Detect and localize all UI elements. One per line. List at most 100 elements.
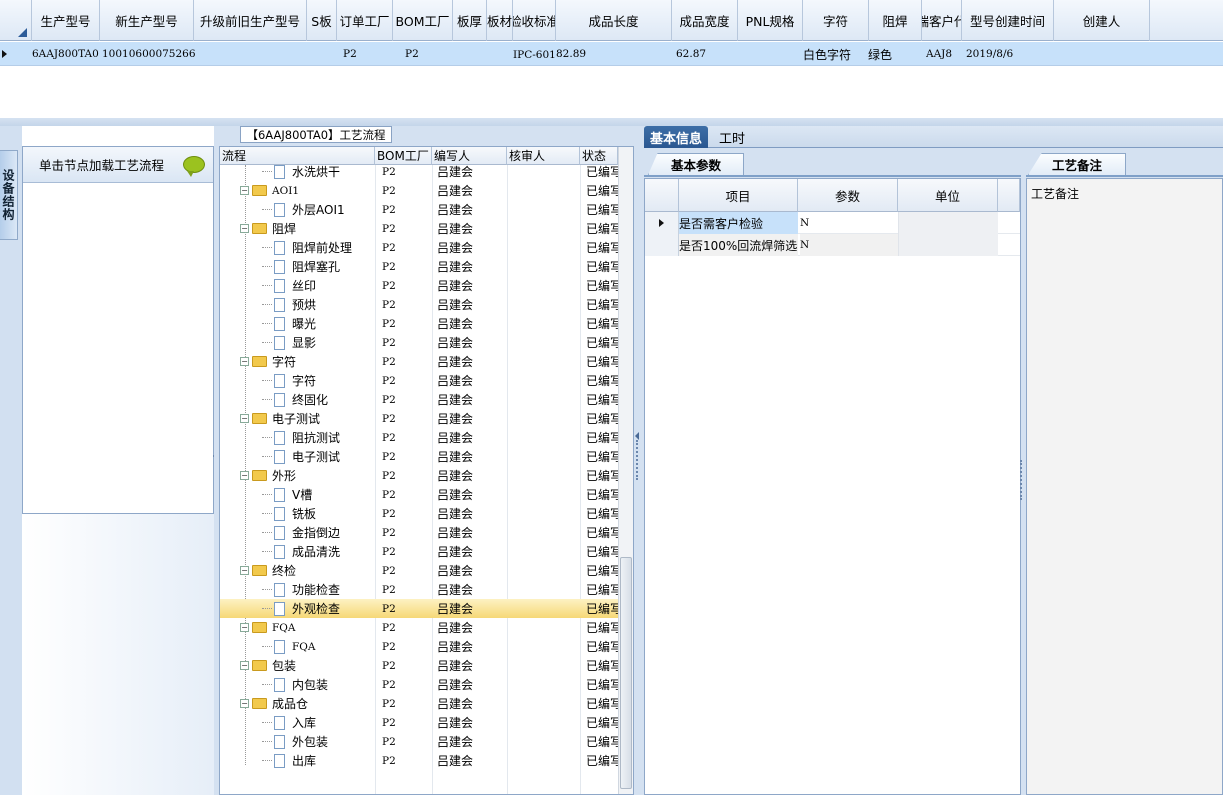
tree-row[interactable]: − AOI1 P2 吕建会 已编写	[220, 181, 618, 200]
collapse-icon[interactable]: −	[240, 661, 249, 670]
tab-basic-params[interactable]: 基本参数	[648, 153, 744, 175]
cell-0[interactable]: 6AAJ800TA0	[32, 42, 100, 66]
param-col-item[interactable]: 项目	[679, 179, 798, 212]
speech-bubble-icon[interactable]	[183, 156, 205, 177]
tab-equipment-structure[interactable]: 设备结构	[0, 150, 18, 240]
horizontal-splitter[interactable]	[0, 118, 1223, 126]
col-header-9[interactable]: 成品长度	[556, 0, 672, 41]
tree-row[interactable]: − 阻焊 P2 吕建会 已编写	[220, 219, 618, 238]
tree-row[interactable]: 水洗烘干 P2 吕建会 已编写	[220, 162, 618, 181]
cell-11[interactable]	[740, 42, 805, 66]
collapse-icon[interactable]: −	[240, 699, 249, 708]
tree-row[interactable]: 成品清洗 P2 吕建会 已编写	[220, 542, 618, 561]
col-header-10[interactable]: 成品宽度	[672, 0, 738, 41]
process-notes-input[interactable]	[1029, 205, 1209, 790]
collapse-icon[interactable]: −	[240, 224, 249, 233]
tree-row[interactable]: 阻焊塞孔 P2 吕建会 已编写	[220, 257, 618, 276]
col-header-1[interactable]: 新生产型号	[100, 0, 194, 41]
collapse-icon[interactable]: −	[240, 357, 249, 366]
col-header-4[interactable]: 订单工厂	[337, 0, 393, 41]
tree-row[interactable]: 阻抗测试 P2 吕建会 已编写	[220, 428, 618, 447]
cell-3[interactable]	[307, 42, 337, 66]
param-row[interactable]: 是否100%回流焊筛选 N	[645, 234, 1020, 256]
tree-row[interactable]: 字符 P2 吕建会 已编写	[220, 371, 618, 390]
param-unit[interactable]	[898, 212, 998, 234]
param-item[interactable]: 是否需客户检验	[679, 212, 798, 234]
param-value[interactable]: N	[800, 212, 898, 234]
tree-row[interactable]: 外层AOI1 P2 吕建会 已编写	[220, 200, 618, 219]
tree-row[interactable]: 曝光 P2 吕建会 已编写	[220, 314, 618, 333]
tree-row[interactable]: − 包装 P2 吕建会 已编写	[220, 656, 618, 675]
col-header-15[interactable]: 型号创建时间	[962, 0, 1054, 41]
param-value[interactable]: N	[800, 234, 898, 256]
cell-2[interactable]	[194, 42, 307, 66]
cell-6[interactable]	[453, 42, 487, 66]
param-unit[interactable]	[898, 234, 998, 256]
tab-basic-info[interactable]: 基本信息	[644, 126, 708, 148]
tree-row[interactable]: 内包装 P2 吕建会 已编写	[220, 675, 618, 694]
tab-work-hours[interactable]: 工时	[712, 126, 752, 148]
collapse-middle-arrow-icon[interactable]	[635, 432, 639, 440]
cell-9[interactable]: 82.89	[556, 42, 672, 66]
tree-row[interactable]: 外包装 P2 吕建会 已编写	[220, 732, 618, 751]
cell-14[interactable]: AAJ8	[926, 42, 966, 66]
middle-splitter-grip[interactable]	[636, 440, 640, 480]
col-header-14[interactable]: 终端客户代码	[922, 0, 962, 41]
param-item[interactable]: 是否100%回流焊筛选	[679, 234, 798, 256]
tree-row[interactable]: 显影 P2 吕建会 已编写	[220, 333, 618, 352]
collapse-icon[interactable]: −	[240, 566, 249, 575]
product-grid-row-selected[interactable]: 6AAJ800TA010010600075266P2P2IPC-6012 II级…	[0, 42, 1223, 66]
cell-15[interactable]: 2019/8/6	[966, 42, 1058, 66]
tree-scrollbar[interactable]	[618, 147, 633, 794]
tab-process-notes[interactable]: 工艺备注	[1028, 153, 1126, 175]
tree-row[interactable]: 入库 P2 吕建会 已编写	[220, 713, 618, 732]
tree-row[interactable]: V槽 P2 吕建会 已编写	[220, 485, 618, 504]
col-header-6[interactable]: 板厚	[453, 0, 487, 41]
tree-row[interactable]: 铣板 P2 吕建会 已编写	[220, 504, 618, 523]
tree-row[interactable]: 功能检查 P2 吕建会 已编写	[220, 580, 618, 599]
tree-row[interactable]: − 终检 P2 吕建会 已编写	[220, 561, 618, 580]
right-splitter-grip[interactable]	[1020, 460, 1024, 500]
tree-row[interactable]: 外观检查 P2 吕建会 已编写	[220, 599, 618, 618]
tree-row[interactable]: 阻焊前处理 P2 吕建会 已编写	[220, 238, 618, 257]
param-col-value[interactable]: 参数	[798, 179, 898, 212]
tree-row[interactable]: 金指倒边 P2 吕建会 已编写	[220, 523, 618, 542]
col-header-3[interactable]: S板	[307, 0, 337, 41]
cell-12[interactable]: 白色字符	[803, 42, 866, 66]
col-header-16[interactable]: 创建人	[1054, 0, 1150, 41]
cell-8[interactable]: IPC-6012 II级	[513, 42, 556, 66]
col-header-2[interactable]: 升级前旧生产型号	[194, 0, 307, 41]
tree-row[interactable]: − 外形 P2 吕建会 已编写	[220, 466, 618, 485]
collapse-icon[interactable]: −	[240, 623, 249, 632]
col-header-11[interactable]: PNL规格	[738, 0, 803, 41]
collapse-icon[interactable]: −	[240, 186, 249, 195]
cell-16[interactable]	[1054, 42, 1150, 66]
cell-10[interactable]: 62.87	[676, 42, 742, 66]
tree-row[interactable]: 电子测试 P2 吕建会 已编写	[220, 447, 618, 466]
collapse-icon[interactable]: −	[240, 414, 249, 423]
cell-7[interactable]	[487, 42, 513, 66]
tree-scrollbar-thumb[interactable]	[620, 557, 632, 789]
collapse-icon[interactable]: −	[240, 471, 249, 480]
cell-1[interactable]: 10010600075266	[102, 42, 196, 66]
tree-row[interactable]: − 电子测试 P2 吕建会 已编写	[220, 409, 618, 428]
tree-row[interactable]: − 字符 P2 吕建会 已编写	[220, 352, 618, 371]
tree-cell-reviewer	[512, 504, 578, 523]
col-header-0[interactable]: 生产型号	[32, 0, 100, 41]
tree-row[interactable]: − 成品仓 P2 吕建会 已编写	[220, 694, 618, 713]
param-col-unit[interactable]: 单位	[898, 179, 998, 212]
tree-row[interactable]: 出库 P2 吕建会 已编写	[220, 751, 618, 770]
param-row[interactable]: 是否需客户检验 N	[645, 212, 1020, 234]
tree-row[interactable]: 预烘 P2 吕建会 已编写	[220, 295, 618, 314]
tree-row[interactable]: 丝印 P2 吕建会 已编写	[220, 276, 618, 295]
cell-13[interactable]: 绿色	[868, 42, 924, 66]
col-header-5[interactable]: BOM工厂	[393, 0, 453, 41]
cell-4[interactable]: P2	[343, 42, 399, 66]
col-header-8[interactable]: 验收标准	[513, 0, 556, 41]
tree-row[interactable]: − FQA P2 吕建会 已编写	[220, 618, 618, 637]
col-header-13[interactable]: 阻焊	[869, 0, 922, 41]
tree-row[interactable]: 终固化 P2 吕建会 已编写	[220, 390, 618, 409]
tree-row[interactable]: FQA P2 吕建会 已编写	[220, 637, 618, 656]
col-header-12[interactable]: 字符	[803, 0, 869, 41]
col-header-7[interactable]: 板材	[487, 0, 513, 41]
